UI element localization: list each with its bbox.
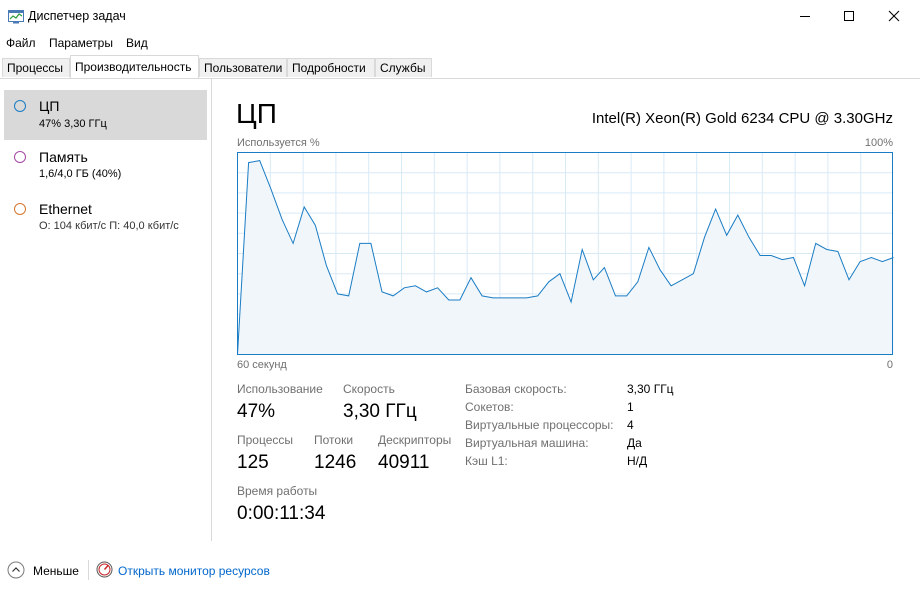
spec-label: Кэш L1: [465,454,508,468]
cpu-usage-graph [237,152,894,355]
uptime-value: 0:00:11:34 [237,503,326,524]
spec-label: Виртуальная машина: [465,436,589,450]
sidebar-item-cpu[interactable]: ЦП 47% 3,30 ГГц [4,90,207,140]
close-icon [888,10,900,22]
sidebar-item-name: Память [39,149,88,165]
graph-xright-label: 0 [886,359,893,371]
spec-value: Да [627,436,642,450]
fewer-details-button[interactable] [7,561,25,584]
sidebar-item-detail: 47% 3,30 ГГц [39,118,107,130]
speed-value: 3,30 ГГц [343,401,417,422]
speed-label: Скорость [343,382,395,396]
menu-options[interactable]: Параметры [49,36,113,50]
maximize-button[interactable] [826,0,872,32]
footer-divider [88,560,89,580]
threads-label: Потоки [314,433,354,447]
uptime-label: Время работы [237,484,318,498]
tab-users[interactable]: Пользователи [199,58,287,77]
handles-value: 40911 [378,452,430,473]
spec-value: 1 [627,400,634,414]
menu-view[interactable]: Вид [126,36,148,50]
spec-label: Базовая скорость: [465,382,567,396]
graph-ylabel: Используется % [237,137,320,149]
spec-value: Н/Д [627,454,648,468]
minimize-icon [800,16,810,17]
sidebar-item-detail: 1,6/4,0 ГБ (40%) [39,168,122,180]
sidebar-item-name: ЦП [39,98,60,114]
chevron-up-icon [7,561,25,579]
graph-ymax-label: 100% [864,137,893,149]
minimize-button[interactable] [782,0,828,32]
spec-label: Сокетов: [465,400,514,414]
usage-label: Использование [237,382,323,396]
threads-value: 1246 [314,452,357,473]
memory-circle-icon [14,151,26,163]
spec-value: 3,30 ГГц [627,382,674,396]
task-manager-icon [8,10,24,24]
menu-file[interactable]: Файл [6,36,36,50]
processes-value: 125 [237,452,269,473]
tab-services[interactable]: Службы [375,58,432,77]
sidebar-item-name: Ethernet [39,201,92,217]
sidebar-item-detail: О: 104 кбит/с П: 40,0 кбит/с [39,220,179,232]
tab-performance[interactable]: Производительность [70,55,199,78]
fewer-details-label[interactable]: Меньше [33,564,79,578]
tab-processes[interactable]: Процессы [2,58,70,77]
page-title: ЦП [236,98,277,129]
tab-details[interactable]: Подробности [287,58,375,77]
spec-value: 4 [627,418,634,432]
spec-label: Виртуальные процессоры: [465,418,614,432]
cpu-circle-icon [14,100,26,112]
open-resource-monitor-link[interactable]: Открыть монитор ресурсов [118,564,270,578]
handles-label: Дескрипторы [378,433,452,447]
sidebar-item-ethernet[interactable]: Ethernet О: 104 кбит/с П: 40,0 кбит/с [4,192,207,242]
close-button[interactable] [871,0,917,32]
resource-monitor-icon[interactable] [96,561,113,583]
cpu-model: Intel(R) Xeon(R) Gold 6234 CPU @ 3.30GHz [591,110,893,127]
graph-xleft-label: 60 секунд [237,359,287,371]
processes-label: Процессы [237,433,294,447]
window-title: Диспетчер задач [28,9,126,23]
ethernet-circle-icon [14,203,26,215]
sidebar-item-memory[interactable]: Память 1,6/4,0 ГБ (40%) [4,141,207,191]
maximize-icon [844,11,854,21]
usage-value: 47% [237,401,276,422]
